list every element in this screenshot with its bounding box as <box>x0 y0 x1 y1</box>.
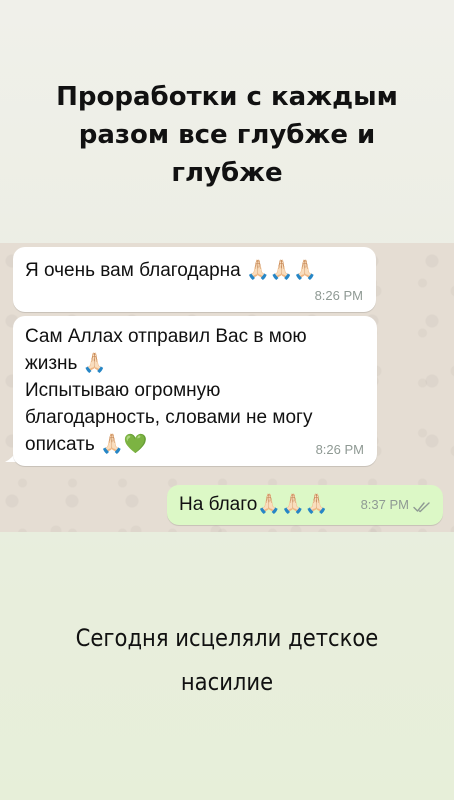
message-line: жизнь 🙏🏻 <box>25 353 107 374</box>
message-text: Я очень вам благодарна 🙏🏻🙏🏻🙏🏻 <box>25 257 364 284</box>
story-caption-line: насилие <box>180 668 274 696</box>
message-bubble-incoming[interactable]: Сам Аллах отправил Вас в мою жизнь 🙏🏻 Ис… <box>13 316 377 466</box>
message-line: благодарность, словами не могу <box>25 407 313 428</box>
message-bubble-outgoing[interactable]: На благо🙏🏻🙏🏻🙏🏻 8:37 PM <box>167 485 443 525</box>
message-text: Сам Аллах отправил Вас в мою жизнь 🙏🏻 Ис… <box>25 323 365 458</box>
story-caption: Сегодня исцеляли детское насилие <box>27 616 427 704</box>
story-caption-line: Сегодня исцеляли детское <box>75 624 379 652</box>
message-line: Испытываю огромную <box>25 380 221 401</box>
story-title-line: глубже <box>171 158 283 188</box>
message-time: 8:26 PM <box>314 288 363 303</box>
message-bubble-incoming[interactable]: Я очень вам благодарна 🙏🏻🙏🏻🙏🏻 8:26 PM <box>13 247 376 312</box>
double-check-icon <box>413 502 430 513</box>
message-line: описать 🙏🏻💚 <box>25 434 148 455</box>
message-time: 8:26 PM <box>315 442 364 457</box>
story-title-line: разом все глубже и <box>78 120 376 150</box>
story-title: Проработки с каждым разом все глубже и г… <box>0 78 454 192</box>
chat-screenshot: Я очень вам благодарна 🙏🏻🙏🏻🙏🏻 8:26 PM Са… <box>0 243 454 532</box>
message-line: Сам Аллах отправил Вас в мою <box>25 326 307 347</box>
message-line: На благо🙏🏻🙏🏻🙏🏻 <box>179 494 329 515</box>
story-title-line: Проработки с каждым <box>56 82 398 112</box>
message-line: Я очень вам благодарна 🙏🏻🙏🏻🙏🏻 <box>25 260 317 281</box>
message-time: 8:37 PM <box>360 497 409 512</box>
